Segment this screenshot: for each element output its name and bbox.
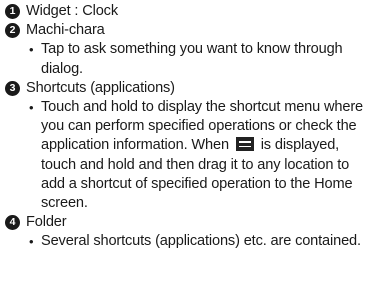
item-3-bullet: • Touch and hold to display the shortcut… [5, 98, 384, 213]
item-4-bullet-text: Several shortcuts (applications) etc. ar… [41, 233, 361, 250]
item-3-title: Shortcuts (applications) [26, 79, 175, 96]
item-1-heading: 1 Widget : Clock [5, 2, 384, 21]
item-4-number: 4 [5, 215, 20, 231]
item-4-bullet: • Several shortcuts (applications) etc. … [5, 232, 384, 251]
bullet-dot: • [29, 42, 34, 58]
document-body: 1 Widget : Clock 2 Machi-chara • Tap to … [0, 0, 384, 252]
item-2-heading: 2 Machi-chara [5, 21, 384, 40]
bullet-dot: • [29, 99, 34, 115]
item-4-title: Folder [26, 214, 67, 231]
item-1-title: Widget : Clock [26, 3, 118, 19]
bullet-dot: • [29, 234, 34, 250]
menu-icon [235, 137, 254, 152]
item-2-bullet: • Tap to ask something you want to know … [5, 40, 384, 78]
item-3-heading: 3 Shortcuts (applications) [5, 79, 384, 98]
item-2-number: 2 [5, 23, 20, 39]
item-2-bullet-text: Tap to ask something you want to know th… [41, 41, 343, 77]
item-1-number: 1 [5, 4, 20, 20]
item-4-heading: 4 Folder [5, 213, 384, 232]
item-3-number: 3 [5, 80, 20, 96]
item-2-title: Machi-chara [26, 22, 105, 39]
